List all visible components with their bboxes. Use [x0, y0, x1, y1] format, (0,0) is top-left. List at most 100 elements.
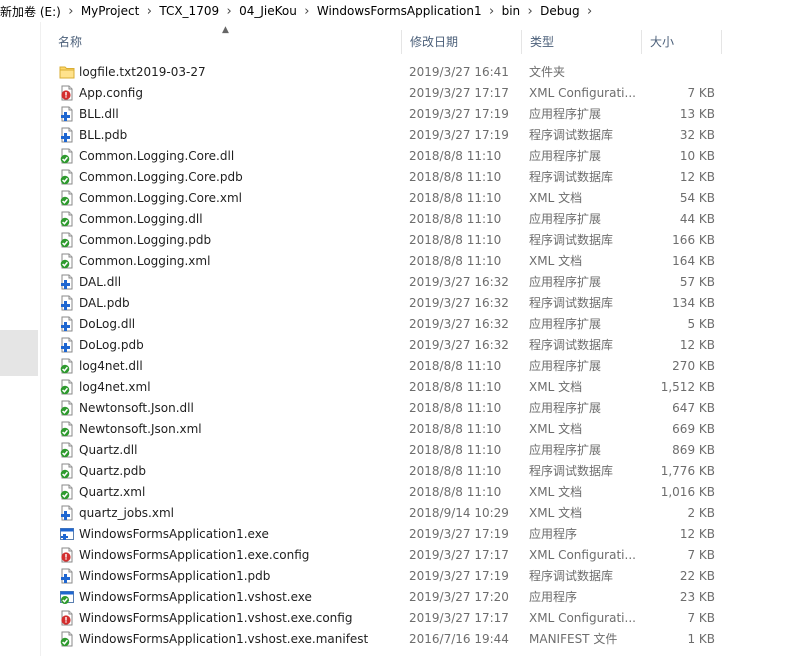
- file-name-cell[interactable]: Common.Logging.xml: [50, 253, 402, 269]
- file-row[interactable]: DAL.pdb 2019/3/27 16:32 程序调试数据库 134 KB: [50, 292, 740, 313]
- file-name-cell[interactable]: Newtonsoft.Json.xml: [50, 421, 402, 437]
- file-row[interactable]: BLL.pdb 2019/3/27 17:19 程序调试数据库 32 KB: [50, 124, 740, 145]
- file-row[interactable]: WindowsFormsApplication1.vshost.exe.conf…: [50, 607, 740, 628]
- file-type: 应用程序: [529, 527, 578, 541]
- chevron-right-icon[interactable]: [63, 4, 79, 19]
- file-name-cell[interactable]: log4net.xml: [50, 379, 402, 395]
- breadcrumb-bin[interactable]: bin: [500, 4, 523, 18]
- column-header-size[interactable]: 大小: [642, 30, 722, 54]
- file-type: 应用程序扩展: [529, 212, 602, 226]
- file-name-cell[interactable]: Common.Logging.dll: [50, 211, 402, 227]
- breadcrumb-debug[interactable]: Debug: [538, 4, 581, 18]
- file-row[interactable]: WindowsFormsApplication1.exe 2019/3/27 17…: [50, 523, 740, 544]
- file-row[interactable]: BLL.dll 2019/3/27 17:19 应用程序扩展 13 KB: [50, 103, 740, 124]
- chevron-right-icon[interactable]: [299, 4, 315, 19]
- file-name-cell[interactable]: DoLog.pdb: [50, 337, 402, 353]
- file-name-cell[interactable]: WindowsFormsApplication1.vshost.exe.mani…: [50, 631, 402, 647]
- file-name-cell[interactable]: Quartz.xml: [50, 484, 402, 500]
- file-row[interactable]: DAL.dll 2019/3/27 16:32 应用程序扩展 57 KB: [50, 271, 740, 292]
- checked-file-icon: [59, 379, 75, 395]
- checked-file-icon: [59, 358, 75, 374]
- checked-file-icon: [59, 253, 75, 269]
- file-row[interactable]: Common.Logging.Core.dll 2018/8/8 11:10 应用程…: [50, 145, 740, 166]
- file-name-cell[interactable]: WindowsFormsApplication1.vshost.exe.conf…: [50, 610, 402, 626]
- file-name-cell[interactable]: Quartz.pdb: [50, 463, 402, 479]
- file-name-cell[interactable]: WindowsFormsApplication1.pdb: [50, 568, 402, 584]
- file-name-cell[interactable]: Quartz.dll: [50, 442, 402, 458]
- navigation-selected-item[interactable]: [0, 330, 38, 376]
- file-row[interactable]: WindowsFormsApplication1.pdb 2019/3/27 17…: [50, 565, 740, 586]
- file-date: 2018/8/8 11:10: [409, 484, 502, 499]
- file-row[interactable]: Common.Logging.Core.pdb 2018/8/8 11:10 程序调…: [50, 166, 740, 187]
- file-name-cell[interactable]: Common.Logging.Core.pdb: [50, 169, 402, 185]
- file-row[interactable]: DoLog.pdb 2019/3/27 16:32 程序调试数据库 12 KB: [50, 334, 740, 355]
- file-name-cell[interactable]: WindowsFormsApplication1.exe.config: [50, 547, 402, 563]
- file-name-cell[interactable]: WindowsFormsApplication1.exe: [50, 526, 402, 542]
- address-breadcrumb[interactable]: 新加卷 (E:) MyProject TCX_1709 04_JieKou Wi…: [0, 0, 798, 22]
- breadcrumb-myproject[interactable]: MyProject: [79, 4, 142, 18]
- file-name: DAL.pdb: [79, 295, 130, 310]
- file-row[interactable]: Newtonsoft.Json.dll 2018/8/8 11:10 应用程序扩展 6…: [50, 397, 740, 418]
- file-date: 2018/8/8 11:10: [409, 169, 502, 184]
- pane-divider[interactable]: [40, 22, 41, 656]
- file-row[interactable]: Common.Logging.pdb 2018/8/8 11:10 程序调试数据库 1…: [50, 229, 740, 250]
- breadcrumb-tcx[interactable]: TCX_1709: [157, 4, 221, 18]
- file-name: DoLog.pdb: [79, 337, 144, 352]
- file-name-cell[interactable]: WindowsFormsApplication1.vshost.exe: [50, 589, 402, 605]
- file-row[interactable]: Common.Logging.Core.xml 2018/8/8 11:10 XML…: [50, 187, 740, 208]
- file-name-cell[interactable]: logfile.txt2019-03-27: [50, 64, 402, 80]
- file-name-cell[interactable]: Newtonsoft.Json.dll: [50, 400, 402, 416]
- file-row[interactable]: quartz_jobs.xml 2018/9/14 10:29 XML 文档 2 KB: [50, 502, 740, 523]
- column-header-date[interactable]: 修改日期: [402, 30, 522, 54]
- file-row[interactable]: WindowsFormsApplication1.vshost.exe.mani…: [50, 628, 740, 649]
- file-row[interactable]: WindowsFormsApplication1.vshost.exe 2019/…: [50, 586, 740, 607]
- file-date: 2019/3/27 16:32: [409, 274, 509, 289]
- chevron-right-icon[interactable]: [582, 4, 598, 19]
- column-header-type[interactable]: 类型: [522, 30, 642, 54]
- chevron-right-icon[interactable]: [141, 4, 157, 19]
- file-date: 2018/8/8 11:10: [409, 190, 502, 205]
- file-row[interactable]: Quartz.xml 2018/8/8 11:10 XML 文档 1,016 KB: [50, 481, 740, 502]
- file-name-cell[interactable]: App.config: [50, 85, 402, 101]
- file-name-cell[interactable]: log4net.dll: [50, 358, 402, 374]
- file-name-cell[interactable]: quartz_jobs.xml: [50, 505, 402, 521]
- file-row[interactable]: DoLog.dll 2019/3/27 16:32 应用程序扩展 5 KB: [50, 313, 740, 334]
- file-name-cell[interactable]: Common.Logging.pdb: [50, 232, 402, 248]
- file-name-cell[interactable]: DoLog.dll: [50, 316, 402, 332]
- file-name-cell[interactable]: Common.Logging.Core.dll: [50, 148, 402, 164]
- file-name-cell[interactable]: DAL.pdb: [50, 295, 402, 311]
- file-row[interactable]: log4net.xml 2018/8/8 11:10 XML 文档 1,512 KB: [50, 376, 740, 397]
- file-name-cell[interactable]: BLL.dll: [50, 106, 402, 122]
- file-name: DoLog.dll: [79, 316, 136, 331]
- file-row[interactable]: log4net.dll 2018/8/8 11:10 应用程序扩展 270 KB: [50, 355, 740, 376]
- file-row[interactable]: Newtonsoft.Json.xml 2018/8/8 11:10 XML 文档 6…: [50, 418, 740, 439]
- chevron-right-icon[interactable]: [484, 4, 500, 19]
- file-row[interactable]: logfile.txt2019-03-27 2019/3/27 16:41 文件夹: [50, 61, 740, 82]
- exe-file-icon: [59, 526, 75, 542]
- file-type: XML Configurati...: [529, 85, 636, 100]
- file-name-cell[interactable]: Common.Logging.Core.xml: [50, 190, 402, 206]
- column-header-name[interactable]: 名称: [50, 30, 402, 54]
- file-size: 669 KB: [672, 421, 715, 436]
- chevron-right-icon[interactable]: [522, 4, 538, 19]
- breadcrumb-drive[interactable]: 新加卷 (E:): [0, 3, 63, 20]
- file-row[interactable]: Common.Logging.xml 2018/8/8 11:10 XML 文档 16…: [50, 250, 740, 271]
- file-size: 134 KB: [672, 295, 715, 310]
- file-name: WindowsFormsApplication1.vshost.exe.mani…: [79, 631, 369, 646]
- file-size: 10 KB: [679, 148, 715, 163]
- breadcrumb-app[interactable]: WindowsFormsApplication1: [315, 4, 484, 18]
- file-size: 7 KB: [687, 85, 715, 100]
- navigation-pane[interactable]: [0, 22, 40, 656]
- file-size: 13 KB: [679, 106, 715, 121]
- file-row[interactable]: Quartz.dll 2018/8/8 11:10 应用程序扩展 869 KB: [50, 439, 740, 460]
- file-row[interactable]: Common.Logging.dll 2018/8/8 11:10 应用程序扩展 44…: [50, 208, 740, 229]
- chevron-right-icon[interactable]: [221, 4, 237, 19]
- file-name-cell[interactable]: BLL.pdb: [50, 127, 402, 143]
- checked-file-icon: [59, 484, 75, 500]
- file-row[interactable]: App.config 2019/3/27 17:17 XML Configurati…: [50, 82, 740, 103]
- config-file-icon: [59, 547, 75, 563]
- file-row[interactable]: WindowsFormsApplication1.exe.config 2019/…: [50, 544, 740, 565]
- breadcrumb-jiekou[interactable]: 04_JieKou: [237, 4, 299, 18]
- file-name-cell[interactable]: DAL.dll: [50, 274, 402, 290]
- file-row[interactable]: Quartz.pdb 2018/8/8 11:10 程序调试数据库 1,776 KB: [50, 460, 740, 481]
